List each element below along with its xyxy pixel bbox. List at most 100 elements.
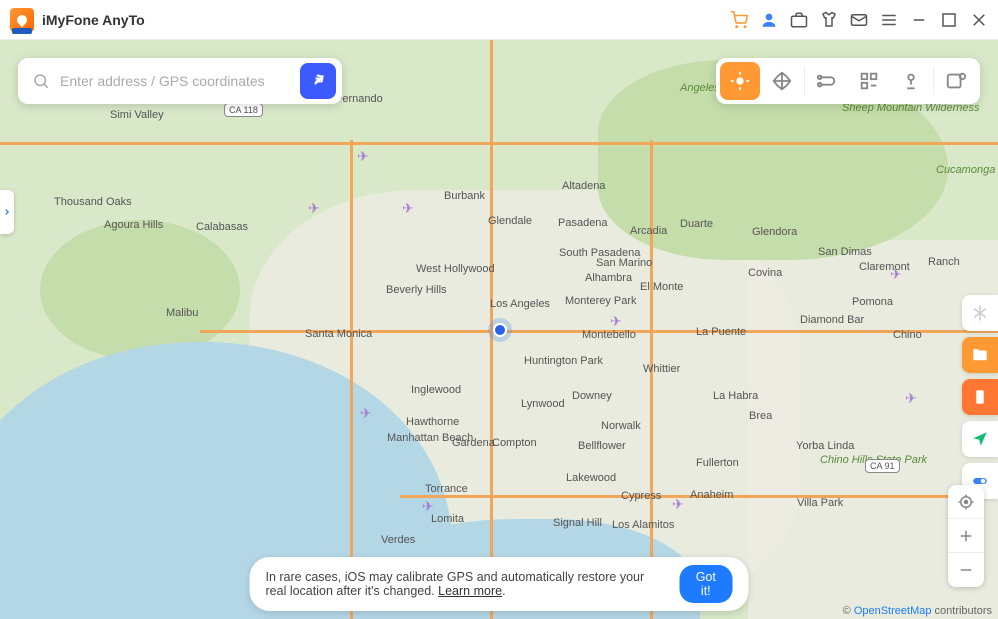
map-city-label: Chino <box>893 329 922 341</box>
multi-spot-mode-button[interactable] <box>849 62 889 100</box>
airport-icon: ✈ <box>357 148 369 165</box>
map-city-label: Lakewood <box>566 472 616 484</box>
app-title: iMyFone AnyTo <box>42 12 145 28</box>
map-city-label: Arcadia <box>630 225 667 237</box>
map-city-label: Lynwood <box>521 398 565 410</box>
cart-icon[interactable] <box>730 11 748 29</box>
airport-icon: ✈ <box>905 390 917 407</box>
share-icon[interactable] <box>962 421 998 457</box>
map-city-label: San Dimas <box>818 246 872 258</box>
two-spot-mode-button[interactable] <box>807 62 847 100</box>
current-location-marker <box>488 318 512 342</box>
got-it-button[interactable]: Got it! <box>679 565 732 603</box>
minimize-icon[interactable] <box>910 11 928 29</box>
map-city-label: Malibu <box>166 307 198 319</box>
map-city-label: Fullerton <box>696 457 739 469</box>
route-shield: CA 118 <box>224 103 263 117</box>
map-city-label: Thousand Oaks <box>54 196 132 208</box>
airport-icon: ✈ <box>402 200 414 217</box>
map-city-label: Torrance <box>425 483 468 495</box>
jump-teleport-button[interactable] <box>891 62 931 100</box>
airport-icon: ✈ <box>422 498 434 515</box>
map-city-label: Duarte <box>680 218 713 230</box>
search-input[interactable] <box>60 73 300 89</box>
maximize-icon[interactable] <box>940 11 958 29</box>
map-city-label: Pomona <box>852 296 893 308</box>
map-city-label: Signal Hill <box>553 517 602 529</box>
device-icon[interactable] <box>962 379 998 415</box>
airport-icon: ✈ <box>308 200 320 217</box>
side-panel-toggle[interactable] <box>0 190 14 234</box>
map-city-label: Diamond Bar <box>800 314 864 326</box>
briefcase-icon[interactable] <box>790 11 808 29</box>
map-city-label: Los Angeles <box>490 298 550 310</box>
cooldown-icon[interactable] <box>962 295 998 331</box>
map-city-label: West Hollywood <box>416 263 495 275</box>
app-logo-icon <box>10 8 34 32</box>
mail-icon[interactable] <box>850 11 868 29</box>
osm-link[interactable]: OpenStreetMap <box>854 605 932 617</box>
close-icon[interactable] <box>970 11 988 29</box>
move-mode-button[interactable] <box>762 62 802 100</box>
map-attribution: © OpenStreetMap contributors <box>843 605 992 617</box>
map-city-label: La Habra <box>713 390 758 402</box>
map-city-label: Huntington Park <box>524 355 603 367</box>
map-city-label: Cypress <box>621 490 661 502</box>
map-city-label: La Puente <box>696 326 746 338</box>
map-city-label: Compton <box>492 437 537 449</box>
right-tool-column <box>962 295 998 499</box>
account-icon[interactable] <box>760 11 778 29</box>
map-city-label: Verdes <box>381 534 415 546</box>
map-city-label: Inglewood <box>411 384 461 396</box>
airport-icon: ✈ <box>360 405 372 422</box>
map-city-label: Anaheim <box>690 489 733 501</box>
learn-more-link[interactable]: Learn more <box>438 584 502 598</box>
locate-me-button[interactable] <box>948 485 984 519</box>
map-city-label: Lomita <box>431 513 464 525</box>
search-bar <box>18 58 342 104</box>
map-city-label: Glendora <box>752 226 797 238</box>
map-city-label: Downey <box>572 390 612 402</box>
titlebar-actions <box>730 11 988 29</box>
map-city-label: Yorba Linda <box>796 440 854 452</box>
import-gpx-button[interactable] <box>936 62 976 100</box>
zoom-in-button[interactable] <box>948 519 984 553</box>
airport-icon: ✈ <box>610 313 622 330</box>
airport-icon: ✈ <box>672 496 684 513</box>
zoom-controls <box>948 485 984 587</box>
map-canvas[interactable]: Angeles National Forest Sheep Mountain W… <box>0 40 998 619</box>
map-city-label: Covina <box>748 267 782 279</box>
map-city-label: Santa Monica <box>305 328 372 340</box>
map-city-label: Brea <box>749 410 772 422</box>
airport-icon: ✈ <box>890 266 902 283</box>
map-city-label: Whittier <box>643 363 680 375</box>
map-city-label: Altadena <box>562 180 605 192</box>
favorites-icon[interactable] <box>962 337 998 373</box>
shirt-icon[interactable] <box>820 11 838 29</box>
map-city-label: Beverly Hills <box>386 284 447 296</box>
search-go-button[interactable] <box>300 63 336 99</box>
zoom-out-button[interactable] <box>948 553 984 587</box>
map-city-label: Glendale <box>488 215 532 227</box>
mode-toolbar <box>716 58 980 104</box>
map-city-label: Bellflower <box>578 440 626 452</box>
teleport-mode-button[interactable] <box>720 62 760 100</box>
map-city-label: Ranch <box>928 256 960 268</box>
notice-bar: In rare cases, iOS may calibrate GPS and… <box>250 557 749 611</box>
menu-icon[interactable] <box>880 11 898 29</box>
map-city-label: Pasadena <box>558 217 608 229</box>
map-city-label: Hawthorne <box>406 416 459 428</box>
map-city-label: Agoura Hills <box>104 219 163 231</box>
map-city-label: Monterey Park <box>565 295 637 307</box>
map-city-label: Villa Park <box>797 497 843 509</box>
search-icon <box>32 72 50 90</box>
route-shield: CA 91 <box>865 459 900 473</box>
map-city-label: Claremont <box>859 261 910 273</box>
map-city-label: Montebello <box>582 329 636 341</box>
notice-text: In rare cases, iOS may calibrate GPS and… <box>266 570 666 598</box>
map-city-label: Calabasas <box>196 221 248 233</box>
map-city-label: El Monte <box>640 281 683 293</box>
map-city-label: Burbank <box>444 190 485 202</box>
map-city-label: Gardena <box>452 437 495 449</box>
map-city-label: San Marino <box>596 257 652 269</box>
